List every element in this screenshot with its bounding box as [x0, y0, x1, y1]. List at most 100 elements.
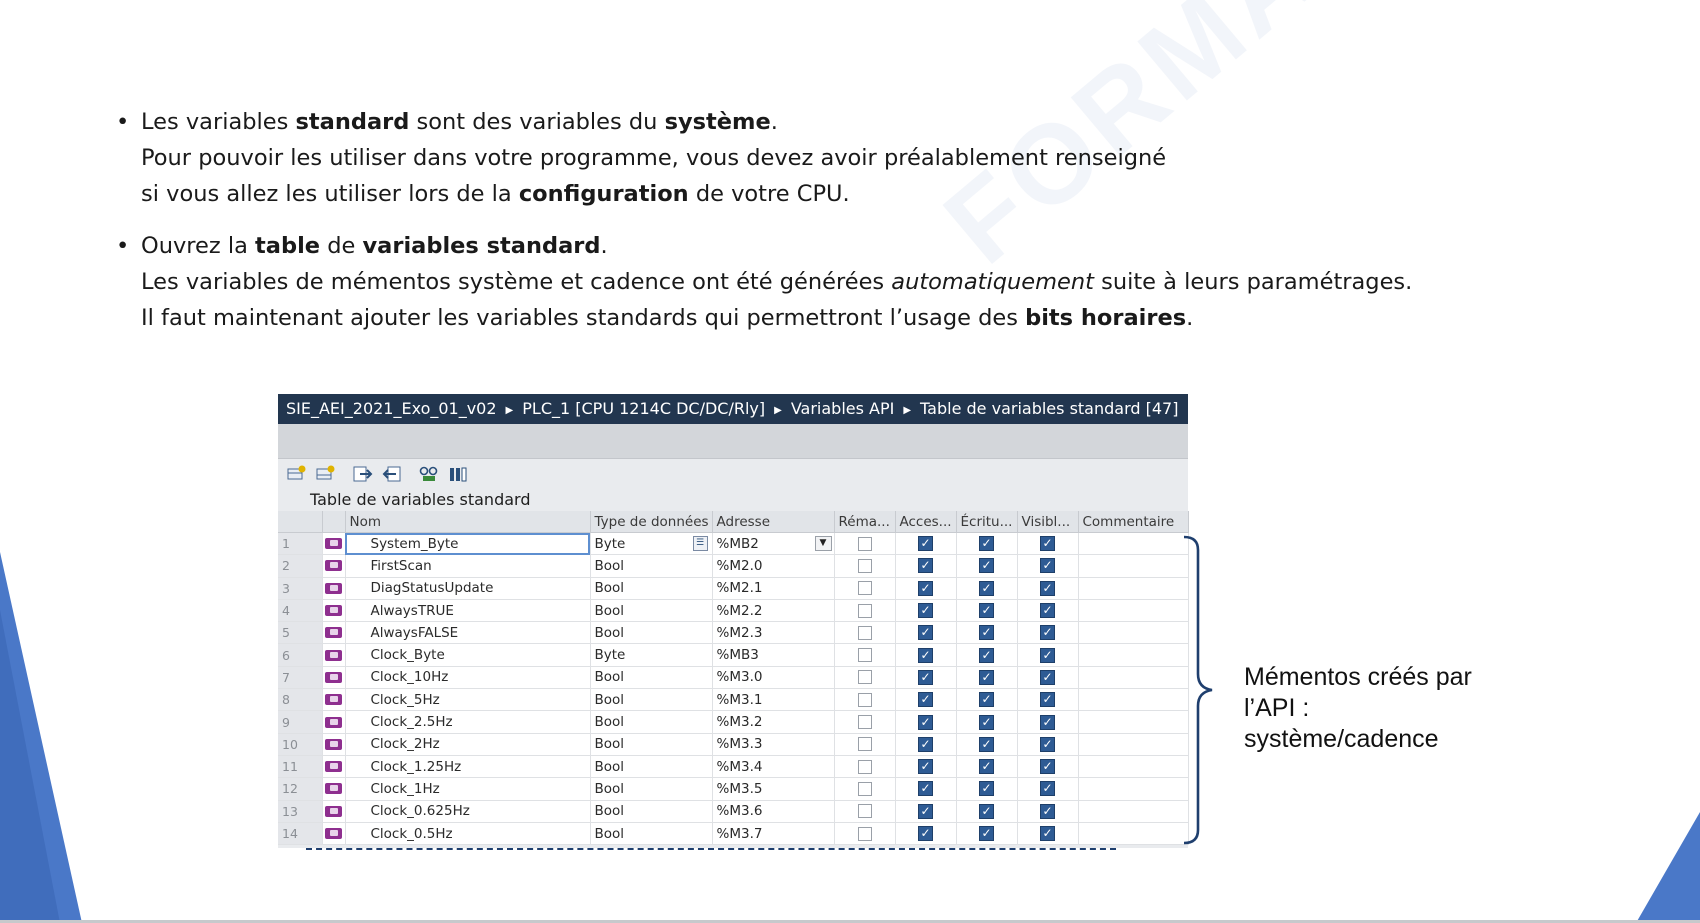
accessible-checkbox[interactable]: ✓ [918, 714, 933, 730]
writable-checkbox[interactable]: ✓ [979, 781, 994, 797]
data-type-cell[interactable]: Byte ☰ [590, 532, 713, 556]
variable-name-cell[interactable]: DiagStatusUpdate [345, 577, 591, 600]
table-row[interactable]: 1 System_Byte Byte ☰ %MB2 ▼ ✓ ✓ ✓ [278, 532, 1189, 556]
data-type-cell[interactable]: Bool [590, 822, 713, 846]
data-type-cell[interactable]: Bool [590, 621, 713, 645]
visible-checkbox[interactable]: ✓ [1040, 826, 1055, 841]
visible-checkbox[interactable]: ✓ [1040, 625, 1055, 641]
address-cell[interactable]: %M2.3 [712, 621, 835, 645]
breadcrumb-table[interactable]: Table de variables standard [47] [920, 399, 1178, 418]
address-dropdown-icon[interactable]: ▼ [814, 536, 832, 551]
data-type-cell[interactable]: Bool [590, 666, 713, 690]
retain-checkbox[interactable] [857, 536, 872, 551]
data-type-cell[interactable]: Bool [590, 755, 713, 779]
address-cell[interactable]: %M2.2 [712, 599, 835, 623]
accessible-checkbox[interactable]: ✓ [918, 669, 933, 685]
address-cell[interactable]: %M3.3 [712, 733, 835, 756]
variable-name-cell[interactable]: Clock_0.625Hz [345, 800, 591, 823]
visible-checkbox[interactable]: ✓ [1040, 669, 1055, 685]
table-row[interactable]: 4 AlwaysTRUE Bool %M2.2 ✓ ✓ ✓ [278, 599, 1189, 623]
accessible-checkbox[interactable]: ✓ [918, 580, 933, 596]
accessible-checkbox[interactable]: ✓ [918, 759, 933, 775]
data-type-cell[interactable]: Bool [590, 800, 713, 823]
accessible-checkbox[interactable]: ✓ [918, 558, 933, 574]
address-cell[interactable]: %M3.5 [712, 777, 835, 801]
table-row[interactable]: 6 Clock_Byte Byte %MB3 ✓ ✓ ✓ [278, 643, 1189, 667]
import-icon[interactable] [381, 464, 402, 484]
accessible-checkbox[interactable]: ✓ [918, 603, 933, 619]
variable-name-cell[interactable]: System_Byte [345, 532, 591, 556]
table-row[interactable]: 13 Clock_0.625Hz Bool %M3.6 ✓ ✓ ✓ [278, 800, 1189, 823]
writable-checkbox[interactable]: ✓ [979, 736, 994, 752]
data-type-cell[interactable]: Bool [590, 733, 713, 756]
address-cell[interactable]: %M2.1 [712, 577, 835, 600]
retain-checkbox[interactable] [857, 648, 872, 663]
variable-name-cell[interactable]: FirstScan [345, 554, 591, 578]
writable-checkbox[interactable]: ✓ [979, 603, 994, 619]
writable-checkbox[interactable]: ✓ [979, 580, 994, 596]
monitor-glasses-icon[interactable] [418, 464, 439, 484]
add-row-icon[interactable] [286, 464, 307, 484]
accessible-checkbox[interactable]: ✓ [918, 781, 933, 797]
table-row[interactable]: 8 Clock_5Hz Bool %M3.1 ✓ ✓ ✓ [278, 688, 1189, 712]
header-writable[interactable]: Écritu... [956, 511, 1018, 533]
address-cell[interactable]: %M3.2 [712, 710, 835, 734]
writable-checkbox[interactable]: ✓ [979, 669, 994, 685]
table-row[interactable]: 9 Clock_2.5Hz Bool %M3.2 ✓ ✓ ✓ [278, 710, 1189, 734]
visible-checkbox[interactable]: ✓ [1040, 759, 1055, 775]
address-cell[interactable]: %M3.7 [712, 822, 835, 846]
address-cell[interactable]: %M2.0 [712, 554, 835, 578]
visible-checkbox[interactable]: ✓ [1040, 714, 1055, 730]
writable-checkbox[interactable]: ✓ [979, 826, 994, 841]
visible-checkbox[interactable]: ✓ [1040, 781, 1055, 797]
table-row[interactable]: 11 Clock_1.25Hz Bool %M3.4 ✓ ✓ ✓ [278, 755, 1189, 779]
accessible-checkbox[interactable]: ✓ [918, 536, 933, 552]
accessible-checkbox[interactable]: ✓ [918, 736, 933, 752]
accessible-checkbox[interactable]: ✓ [918, 647, 933, 663]
address-cell[interactable]: %M3.4 [712, 755, 835, 779]
writable-checkbox[interactable]: ✓ [979, 803, 994, 819]
accessible-checkbox[interactable]: ✓ [918, 803, 933, 819]
header-retain[interactable]: Réma... [834, 511, 896, 533]
data-type-cell[interactable]: Bool [590, 688, 713, 712]
export-icon[interactable] [352, 464, 373, 484]
writable-checkbox[interactable]: ✓ [979, 647, 994, 663]
type-picker-icon[interactable]: ☰ [692, 536, 708, 551]
accessible-checkbox[interactable]: ✓ [918, 826, 933, 841]
variable-name-cell[interactable]: AlwaysFALSE [345, 621, 591, 645]
writable-checkbox[interactable]: ✓ [979, 692, 994, 708]
table-row[interactable]: 2 FirstScan Bool %M2.0 ✓ ✓ ✓ [278, 554, 1189, 578]
variable-name-cell[interactable]: Clock_0.5Hz [345, 822, 591, 846]
retain-checkbox[interactable] [857, 759, 872, 774]
breadcrumb-variables[interactable]: Variables API [791, 399, 895, 418]
header-accessible[interactable]: Acces... [895, 511, 957, 533]
visible-checkbox[interactable]: ✓ [1040, 647, 1055, 663]
writable-checkbox[interactable]: ✓ [979, 625, 994, 641]
writable-checkbox[interactable]: ✓ [979, 714, 994, 730]
address-cell[interactable]: %M3.6 [712, 800, 835, 823]
visible-checkbox[interactable]: ✓ [1040, 803, 1055, 819]
address-cell[interactable]: %M3.1 [712, 688, 835, 712]
variable-name-cell[interactable]: Clock_1Hz [345, 777, 591, 801]
table-row[interactable]: 12 Clock_1Hz Bool %M3.5 ✓ ✓ ✓ [278, 777, 1189, 801]
retain-checkbox[interactable] [857, 558, 872, 573]
writable-checkbox[interactable]: ✓ [979, 536, 994, 552]
retain-checkbox[interactable] [857, 625, 872, 640]
variable-name-cell[interactable]: Clock_1.25Hz [345, 755, 591, 779]
data-type-cell[interactable]: Bool [590, 710, 713, 734]
variable-name-cell[interactable]: AlwaysTRUE [345, 599, 591, 623]
writable-checkbox[interactable]: ✓ [979, 558, 994, 574]
address-cell[interactable]: %MB2 ▼ [712, 532, 835, 556]
retain-checkbox[interactable] [857, 804, 872, 819]
retain-checkbox[interactable] [857, 692, 872, 707]
breadcrumb-project[interactable]: SIE_AEI_2021_Exo_01_v02 [286, 399, 497, 418]
variable-name-cell[interactable]: Clock_5Hz [345, 688, 591, 712]
variable-name-cell[interactable]: Clock_2.5Hz [345, 710, 591, 734]
retain-checkbox[interactable] [857, 670, 872, 685]
retain-checkbox[interactable] [857, 715, 872, 730]
data-type-cell[interactable]: Bool [590, 599, 713, 623]
visible-checkbox[interactable]: ✓ [1040, 692, 1055, 708]
address-cell[interactable]: %MB3 [712, 643, 835, 667]
accessible-checkbox[interactable]: ✓ [918, 692, 933, 708]
visible-checkbox[interactable]: ✓ [1040, 736, 1055, 752]
